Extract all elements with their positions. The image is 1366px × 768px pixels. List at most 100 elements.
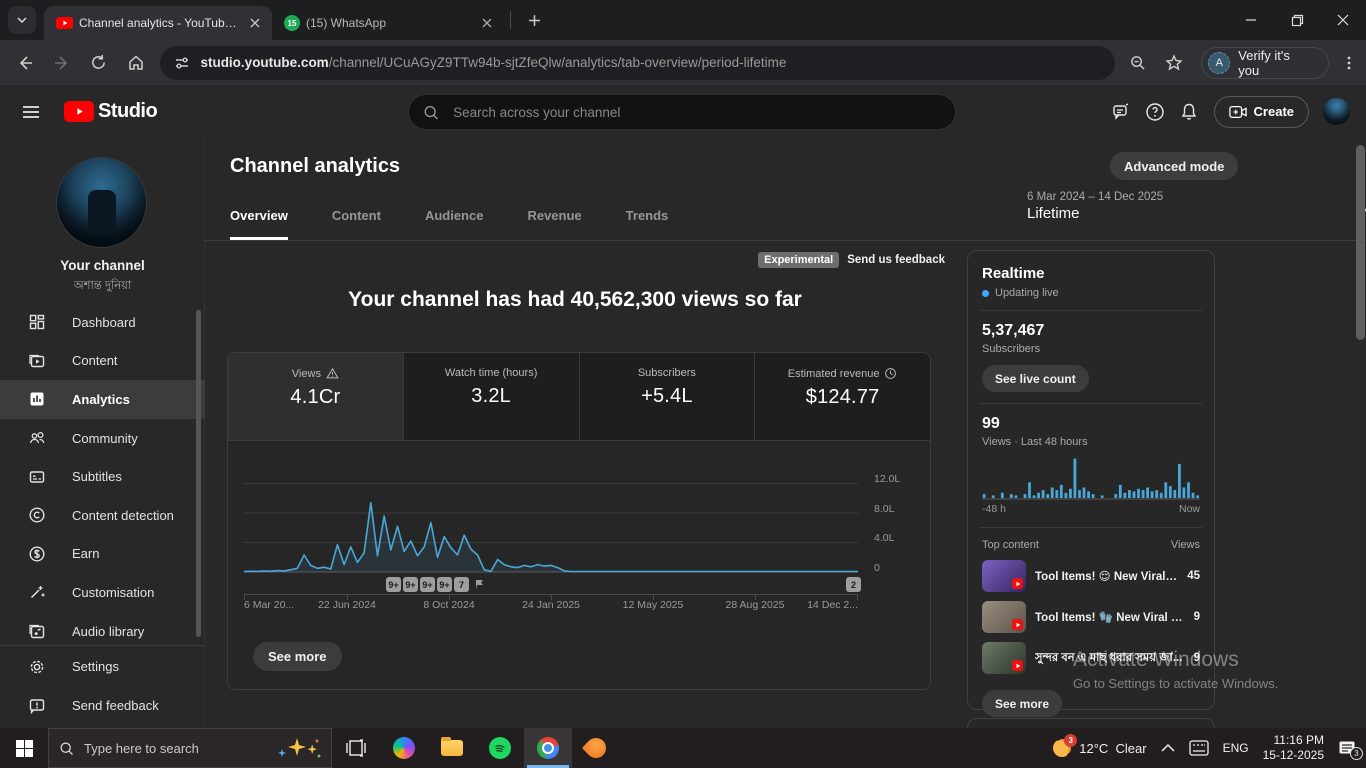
- video-thumbnail: [982, 642, 1026, 674]
- sidebar-item-analytics[interactable]: Analytics: [0, 380, 205, 419]
- search-input[interactable]: [451, 104, 941, 121]
- sidebar-item-content[interactable]: Content: [0, 342, 205, 381]
- advanced-mode-button[interactable]: Advanced mode: [1110, 152, 1238, 180]
- studio-search-bar[interactable]: [408, 94, 956, 130]
- taskbar-copilot[interactable]: [380, 728, 428, 768]
- top-content-row[interactable]: Tool Items! 😌 New Viral Ga... 45: [982, 560, 1200, 592]
- tab-close-icon[interactable]: [246, 14, 264, 32]
- tab-audience[interactable]: Audience: [425, 208, 484, 240]
- close-window-button[interactable]: [1320, 0, 1366, 40]
- metric-watch-time[interactable]: Watch time (hours) 3.2L: [404, 353, 580, 440]
- top-content-row[interactable]: Tool Items! 🧤 New Viral Gadg... 9: [982, 601, 1200, 633]
- event-badge[interactable]: 9+: [420, 577, 435, 592]
- tab-revenue[interactable]: Revenue: [527, 208, 581, 240]
- reload-icon[interactable]: [82, 46, 116, 80]
- metric-revenue[interactable]: Estimated revenue $124.77: [755, 353, 930, 440]
- sidebar-scrollbar[interactable]: [196, 310, 201, 637]
- sidebar-item-label: Dashboard: [72, 315, 136, 330]
- search-icon: [59, 741, 74, 756]
- sidebar-item-earn[interactable]: Earn: [0, 535, 205, 574]
- sidebar-item-subtitles[interactable]: Subtitles: [0, 457, 205, 496]
- hamburger-menu-icon[interactable]: [14, 95, 48, 129]
- home-icon[interactable]: [119, 46, 153, 80]
- whats-new-icon[interactable]: [1104, 95, 1138, 129]
- send-us-feedback-link[interactable]: Send us feedback: [847, 254, 945, 266]
- bookmark-star-icon[interactable]: [1158, 46, 1192, 80]
- realtime-axis: -48 h Now: [982, 503, 1200, 515]
- warning-icon: [326, 367, 339, 380]
- address-bar[interactable]: studio.youtube.com/channel/UCuAGyZ9TTw94…: [160, 46, 1114, 80]
- realtime-views-count: 99: [982, 415, 1200, 433]
- language-indicator[interactable]: ENG: [1223, 741, 1249, 755]
- sidebar-item-label: Settings: [72, 659, 119, 674]
- start-button[interactable]: [0, 728, 48, 768]
- event-badge[interactable]: 2: [846, 577, 861, 592]
- tab-overview[interactable]: Overview: [230, 208, 288, 240]
- feedback-icon: [28, 697, 46, 715]
- tab-close-icon[interactable]: [478, 14, 496, 32]
- taskbar-search-box[interactable]: Type here to search: [48, 728, 332, 768]
- taskbar-chrome[interactable]: [524, 728, 572, 768]
- metric-subscribers[interactable]: Subscribers +5.4L: [580, 353, 756, 440]
- studio-sidebar: Your channel অশান্ত দুনিয়া Dashboard Co…: [0, 138, 205, 728]
- verify-label: Verify it's you: [1238, 48, 1314, 78]
- minimize-button[interactable]: [1228, 0, 1274, 40]
- taskbar-file-explorer[interactable]: [428, 728, 476, 768]
- sidebar-item-settings[interactable]: Settings: [0, 647, 205, 686]
- tabs-divider: [205, 240, 1366, 241]
- views-line-chart[interactable]: [244, 446, 858, 576]
- taskbar-spotify[interactable]: [476, 728, 524, 768]
- taskbar-weather[interactable]: 3 12°C Clear: [1053, 739, 1146, 757]
- taskbar-clock[interactable]: 11:16 PM 15-12-2025: [1263, 733, 1324, 763]
- sidebar-item-customisation[interactable]: Customisation: [0, 573, 205, 612]
- windows-logo-icon: [16, 740, 33, 757]
- see-more-button[interactable]: See more: [253, 642, 342, 671]
- realtime-bar-chart[interactable]: [982, 454, 1200, 500]
- windows-taskbar: Type here to search 3 12°C Clear: [0, 728, 1366, 768]
- metric-views[interactable]: Views 4.1Cr: [228, 353, 404, 440]
- realtime-see-more-button[interactable]: See more: [982, 690, 1062, 717]
- help-icon[interactable]: [1138, 95, 1172, 129]
- taskbar-task-view[interactable]: [332, 728, 380, 768]
- weather-alert-badge: 3: [1064, 734, 1077, 747]
- url-text[interactable]: studio.youtube.com/channel/UCuAGyZ9TTw94…: [200, 55, 786, 70]
- notification-center-button[interactable]: 3: [1338, 740, 1356, 756]
- create-label: Create: [1254, 104, 1294, 119]
- tab-channel-analytics[interactable]: Channel analytics - YouTube Stu: [44, 6, 272, 40]
- date-range-selector[interactable]: 6 Mar 2024 – 14 Dec 2025 Lifetime: [1027, 191, 1337, 222]
- new-tab-button[interactable]: [517, 0, 551, 40]
- zoom-icon[interactable]: [1121, 46, 1155, 80]
- event-badge[interactable]: 7: [454, 577, 469, 592]
- sidebar-item-content-detection[interactable]: Content detection: [0, 496, 205, 535]
- top-content-row[interactable]: সুন্দর বন এ মাছ ধরার সময় জা... 9: [982, 642, 1200, 674]
- touch-keyboard-icon[interactable]: [1189, 740, 1209, 756]
- tab-whatsapp[interactable]: 15 (15) WhatsApp: [272, 6, 504, 40]
- tab-search-chevron-icon[interactable]: [8, 6, 36, 34]
- page-scrollbar[interactable]: [1356, 145, 1365, 340]
- flag-marker-icon[interactable]: [473, 578, 486, 591]
- sidebar-item-dashboard[interactable]: Dashboard: [0, 303, 205, 342]
- see-live-count-button[interactable]: See live count: [982, 365, 1089, 392]
- account-avatar[interactable]: [1323, 98, 1350, 125]
- browser-menu-icon[interactable]: [1332, 46, 1366, 80]
- event-badge[interactable]: 9+: [386, 577, 401, 592]
- event-badge[interactable]: 9+: [437, 577, 452, 592]
- sidebar-item-send-feedback[interactable]: Send feedback: [0, 686, 205, 725]
- verify-profile-button[interactable]: A Verify it's you: [1201, 47, 1329, 79]
- video-thumbnail: [982, 601, 1026, 633]
- site-settings-icon[interactable]: [174, 55, 190, 71]
- tray-chevron-up-icon[interactable]: [1161, 743, 1175, 753]
- sidebar-item-community[interactable]: Community: [0, 419, 205, 458]
- studio-logo[interactable]: Studio: [64, 100, 157, 123]
- taskbar-fl-studio[interactable]: [572, 728, 620, 768]
- create-button[interactable]: Create: [1214, 96, 1309, 128]
- customisation-wand-icon: [28, 583, 46, 601]
- forward-icon[interactable]: [45, 46, 79, 80]
- tab-trends[interactable]: Trends: [626, 208, 669, 240]
- tab-content[interactable]: Content: [332, 208, 381, 240]
- notifications-bell-icon[interactable]: [1172, 95, 1206, 129]
- sidebar-item-label: Community: [72, 431, 138, 446]
- back-icon[interactable]: [8, 46, 42, 80]
- event-badge[interactable]: 9+: [403, 577, 418, 592]
- restore-button[interactable]: [1274, 0, 1320, 40]
